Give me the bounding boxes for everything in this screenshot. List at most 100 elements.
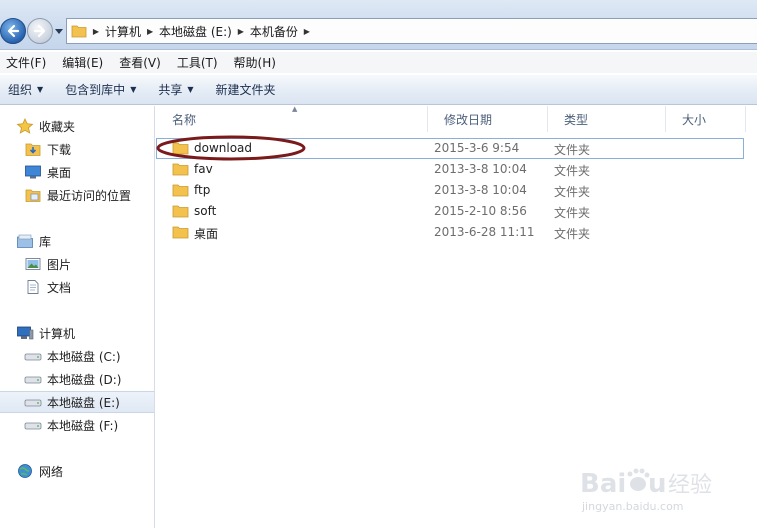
arrow-left-icon [7,24,20,38]
file-modified: 2013-3-8 10:04 [434,183,527,197]
documents-icon [27,280,39,294]
column-header-type-label: 类型 [564,112,589,127]
chevron-down-icon: ▼ [37,85,44,94]
include-in-library-button[interactable]: 包含到库中 ▼ [65,81,136,98]
nav-item-drive-e[interactable]: 本地磁盘 (E:) [0,391,154,413]
file-modified: 2015-3-6 9:54 [434,141,520,155]
nav-item-label: 本地磁盘 (F:) [47,418,119,433]
folder-icon [172,226,189,239]
address-bar[interactable]: ▶ 计算机 ▶ 本地磁盘 (E:) ▶ 本机备份 ▶ [66,18,757,44]
column-header-size-label: 大小 [682,112,707,127]
folder-icon [71,25,87,38]
nav-item-desktop[interactable]: 桌面 [0,161,154,183]
library-icon [17,234,33,248]
file-row-ftp[interactable]: ftp 2013-3-8 10:04 文件夹 [156,180,757,201]
nav-favorites[interactable]: 收藏夹 [0,115,154,137]
hard-drive-icon [24,376,42,384]
nav-item-label: 本地磁盘 (E:) [47,395,120,410]
nav-favorites-label: 收藏夹 [39,119,76,134]
file-name: download [194,141,253,155]
file-row-desktop[interactable]: 桌面 2013-6-28 11:11 文件夹 [156,222,757,243]
breadcrumb-backup-folder[interactable]: 本机备份 [250,23,298,40]
organize-button[interactable]: 组织 ▼ [8,81,43,98]
folder-icon [172,184,189,197]
nav-item-label: 桌面 [47,165,72,180]
download-folder-icon [25,143,41,156]
chevron-down-icon: ▼ [187,85,194,94]
back-button[interactable] [0,18,26,44]
file-modified: 2015-2-10 8:56 [434,204,527,218]
folder-icon [172,142,189,155]
include-in-library-label: 包含到库中 [65,83,126,97]
nav-computer[interactable]: 计算机 [0,322,154,344]
menu-tools[interactable]: 工具(T) [177,54,218,71]
breadcrumb-separator-icon[interactable]: ▶ [298,27,316,36]
file-row-fav[interactable]: fav 2013-3-8 10:04 文件夹 [156,159,757,180]
nav-computer-label: 计算机 [39,326,76,341]
organize-label: 组织 [8,83,33,97]
file-list-view: 名称 ▲ 修改日期 类型 大小 download 2015-3-6 9:54 文… [156,105,757,528]
column-header-modified-label: 修改日期 [444,112,493,127]
menu-bar: 文件(F) 编辑(E) 查看(V) 工具(T) 帮助(H) [0,52,757,73]
nav-item-label: 本地磁盘 (D:) [47,372,122,387]
hard-drive-icon [24,422,42,430]
file-type: 文件夹 [554,185,591,199]
file-name: soft [194,204,217,218]
breadcrumb-separator-icon[interactable]: ▶ [232,27,250,36]
folder-icon [172,163,189,176]
file-modified: 2013-6-28 11:11 [434,225,535,239]
hard-drive-icon [24,399,42,407]
file-name: fav [194,162,213,176]
column-headers: 名称 ▲ 修改日期 类型 大小 [156,105,757,132]
chevron-down-icon: ▼ [130,85,137,94]
file-type: 文件夹 [554,164,591,178]
breadcrumb-drive-e[interactable]: 本地磁盘 (E:) [159,23,232,40]
breadcrumb-separator-icon[interactable]: ▶ [141,27,159,36]
menu-file[interactable]: 文件(F) [6,54,46,71]
new-folder-label: 新建文件夹 [215,83,276,97]
nav-item-downloads[interactable]: 下载 [0,138,154,160]
nav-item-label: 下载 [47,142,72,157]
nav-item-label: 图片 [47,257,72,272]
recent-pages-dropdown-icon[interactable] [55,27,63,35]
nav-item-drive-f[interactable]: 本地磁盘 (F:) [0,414,154,436]
nav-item-label: 最近访问的位置 [47,188,132,203]
nav-network[interactable]: 网络 [0,460,154,482]
file-type: 文件夹 [554,227,591,241]
file-type: 文件夹 [554,206,591,220]
nav-item-label: 文档 [47,280,72,295]
new-folder-button[interactable]: 新建文件夹 [216,81,276,98]
file-name: ftp [194,183,211,197]
desktop-icon [25,165,41,179]
star-icon [16,118,34,134]
breadcrumb-separator-icon[interactable]: ▶ [87,27,105,36]
nav-libraries[interactable]: 库 [0,230,154,252]
file-type: 文件夹 [554,143,591,157]
network-icon [18,464,32,478]
command-bar: 组织 ▼ 包含到库中 ▼ 共享 ▼ 新建文件夹 [0,74,757,105]
column-header-name[interactable]: 名称 ▲ [156,105,428,132]
breadcrumb-computer[interactable]: 计算机 [105,23,141,40]
nav-item-drive-d[interactable]: 本地磁盘 (D:) [0,368,154,390]
forward-button[interactable] [27,18,53,44]
navigation-pane: 收藏夹 下载 桌面 最近访问的位置 库 图片 文档 计算机 本地磁盘 (C:) … [0,106,155,528]
share-button[interactable]: 共享 ▼ [158,81,193,98]
pictures-icon [25,258,41,270]
nav-libraries-label: 库 [39,234,52,249]
nav-item-recent-places[interactable]: 最近访问的位置 [0,184,154,206]
nav-item-documents[interactable]: 文档 [0,276,154,298]
nav-item-pictures[interactable]: 图片 [0,253,154,275]
menu-help[interactable]: 帮助(H) [234,54,276,71]
file-row-soft[interactable]: soft 2015-2-10 8:56 文件夹 [156,201,757,222]
menu-edit[interactable]: 编辑(E) [62,54,103,71]
column-header-type[interactable]: 类型 [548,106,666,132]
share-label: 共享 [158,83,183,97]
folder-icon [172,205,189,218]
nav-item-drive-c[interactable]: 本地磁盘 (C:) [0,345,154,367]
hard-drive-icon [24,353,42,361]
file-row-download[interactable]: download 2015-3-6 9:54 文件夹 [156,138,757,159]
column-header-size[interactable]: 大小 [666,106,746,132]
menu-view[interactable]: 查看(V) [119,54,161,71]
column-header-modified[interactable]: 修改日期 [428,106,548,132]
column-header-name-label: 名称 [172,112,197,127]
